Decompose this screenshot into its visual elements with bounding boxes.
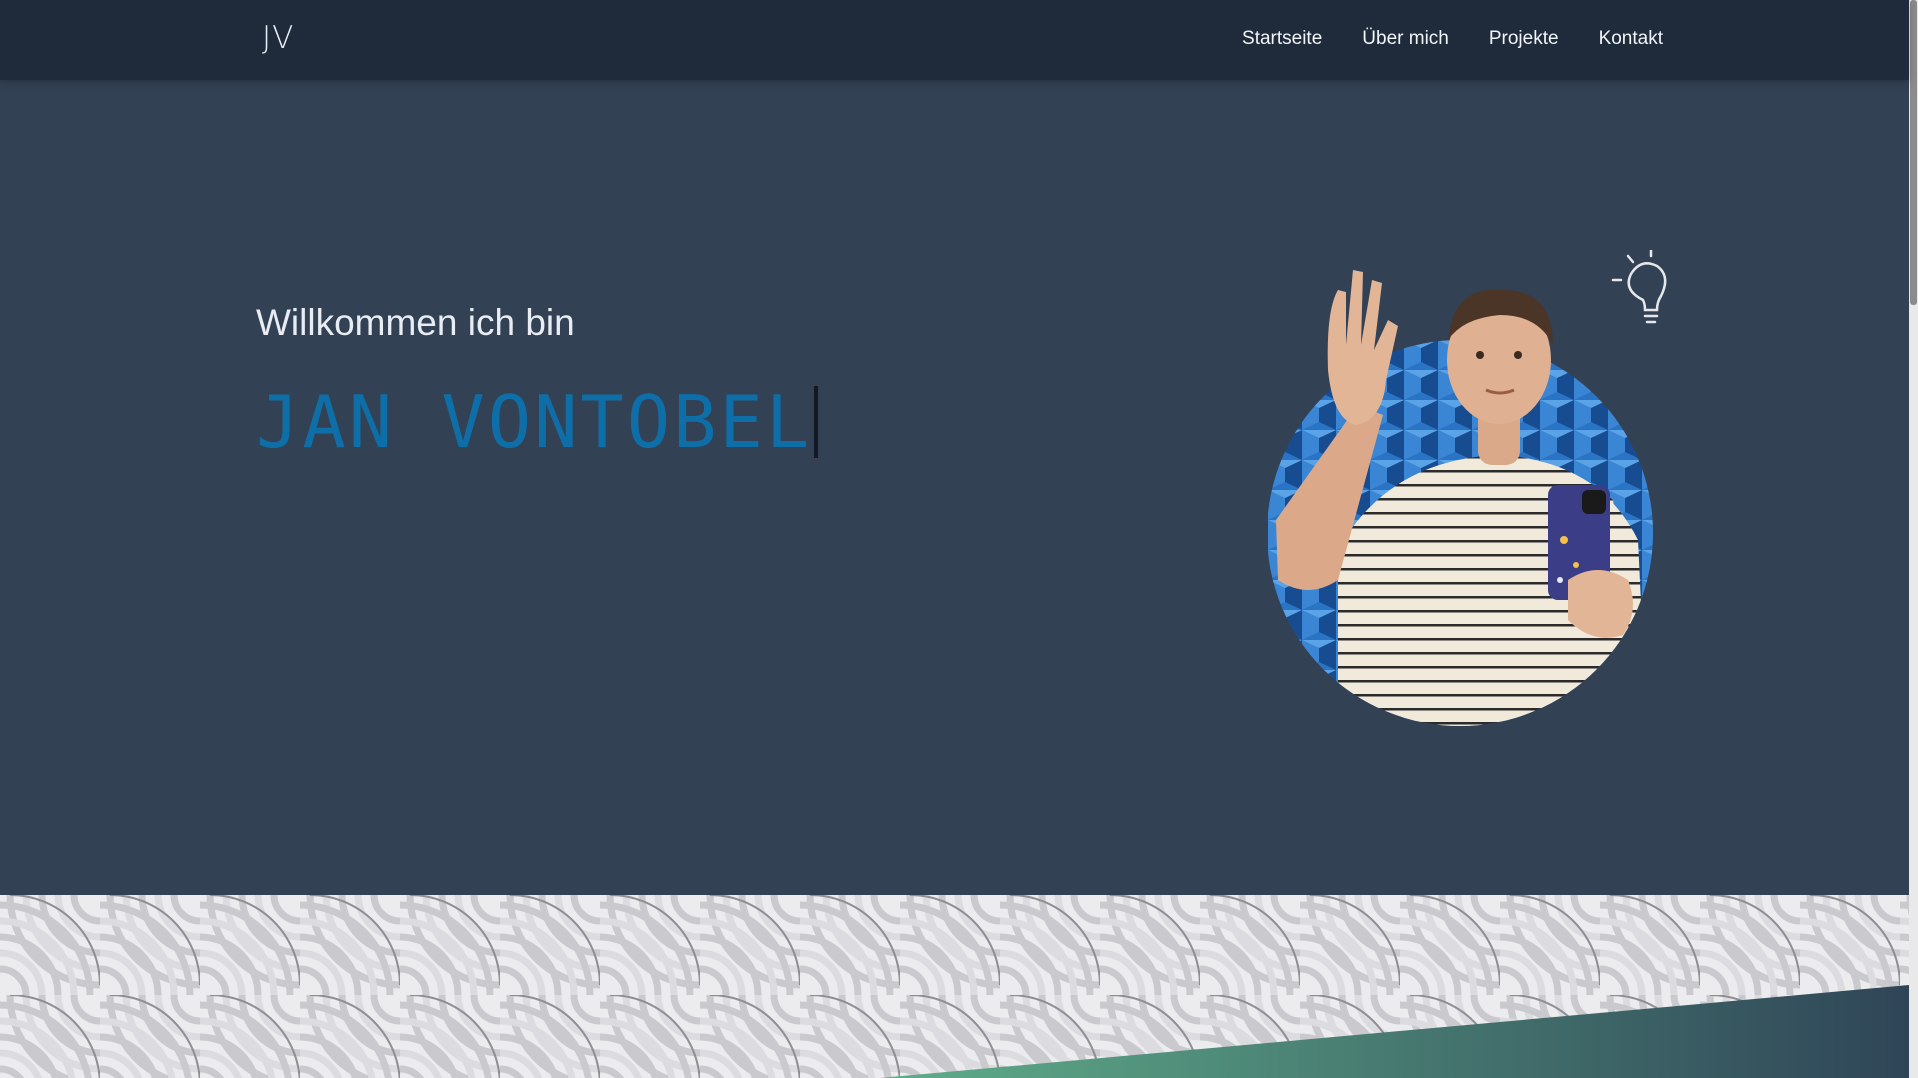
hero-section: Willkommen ich bin JAN VONTOBEL	[0, 80, 1909, 895]
hero-name: JAN VONTOBEL	[256, 380, 813, 464]
vertical-scrollbar[interactable]	[1909, 0, 1918, 1078]
navbar: JV Startseite Über mich Projekte Kontakt	[0, 0, 1909, 80]
page: JV Startseite Über mich Projekte Kontakt…	[0, 0, 1918, 1078]
typing-caret	[814, 386, 819, 458]
decorative-wave-pattern	[0, 895, 1909, 1078]
main-navigation: Startseite Über mich Projekte Kontakt	[1242, 28, 1663, 50]
portrait-image	[1268, 250, 1667, 726]
nav-link-projekte[interactable]: Projekte	[1489, 28, 1559, 50]
nav-link-startseite[interactable]: Startseite	[1242, 28, 1322, 50]
lightbulb-icon	[1611, 250, 1667, 324]
hero-name-line: JAN VONTOBEL	[256, 380, 819, 464]
nav-link-kontakt[interactable]: Kontakt	[1599, 28, 1663, 50]
site-logo[interactable]: JV	[262, 20, 294, 56]
hero-greeting: Willkommen ich bin	[256, 302, 575, 343]
scrollbar-thumb[interactable]	[1910, 0, 1917, 305]
nav-link-ueber-mich[interactable]: Über mich	[1362, 28, 1449, 50]
